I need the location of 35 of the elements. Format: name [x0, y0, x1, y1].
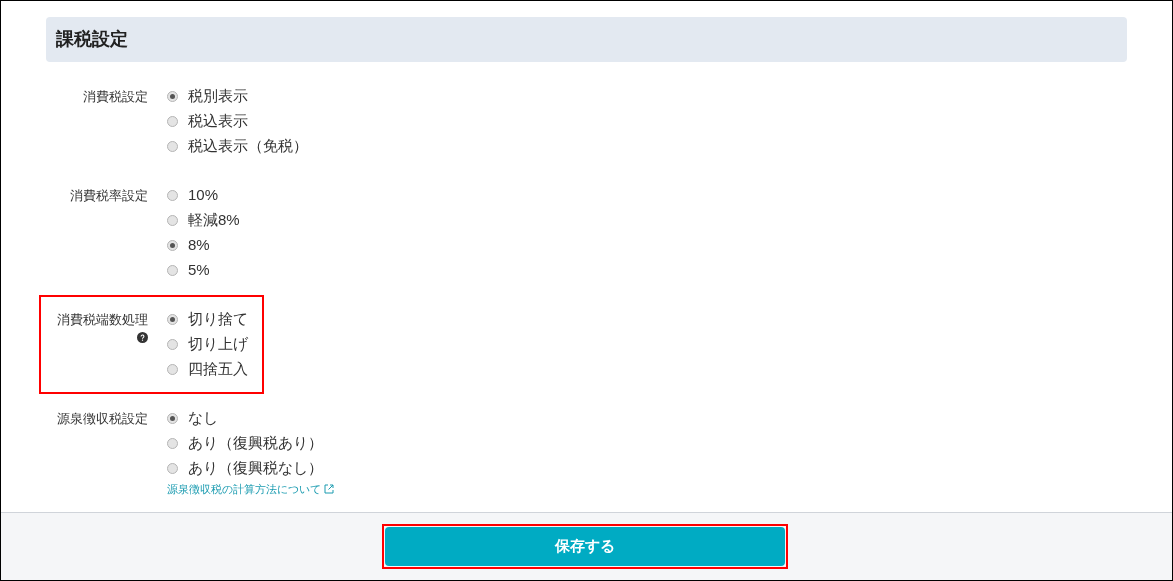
radio-button[interactable]	[167, 265, 178, 276]
option-label: 5%	[188, 260, 210, 281]
option-label: あり（復興税なし）	[188, 458, 323, 479]
section-title: 課税設定	[56, 28, 128, 51]
radio-button[interactable]	[167, 339, 178, 350]
setting-label: 源泉徴収税設定	[57, 411, 148, 427]
setting-label: 消費税端数処理	[57, 312, 148, 328]
help-icon[interactable]	[137, 332, 148, 343]
setting-label: 消費税設定	[83, 89, 148, 105]
radio-button[interactable]	[167, 190, 178, 201]
radio-button[interactable]	[167, 413, 178, 424]
radio-button[interactable]	[167, 364, 178, 375]
option-label: 切り上げ	[188, 334, 248, 355]
option-label: 四捨五入	[188, 359, 248, 380]
external-link-icon	[324, 484, 334, 494]
radio-button[interactable]	[167, 141, 178, 152]
option-label: 8%	[188, 235, 210, 256]
radio-button[interactable]	[167, 240, 178, 251]
option-label: 10%	[188, 185, 219, 206]
help-link[interactable]: 源泉徴収税の計算方法について	[167, 481, 334, 497]
radio-button[interactable]	[167, 438, 178, 449]
option-label: 切り捨て	[188, 309, 248, 330]
option-label: 軽減8%	[188, 210, 240, 231]
save-button[interactable]: 保存する	[385, 527, 785, 566]
option-label: 税別表示	[188, 86, 248, 107]
radio-button[interactable]	[167, 463, 178, 474]
radio-button[interactable]	[167, 116, 178, 127]
radio-button[interactable]	[167, 314, 178, 325]
option-label: 税込表示	[188, 111, 248, 132]
option-label: 税込表示（免税）	[188, 136, 308, 157]
radio-button[interactable]	[167, 215, 178, 226]
option-label: あり（復興税あり）	[188, 433, 323, 454]
radio-button[interactable]	[167, 91, 178, 102]
option-label: なし	[188, 408, 218, 429]
setting-label: 消費税率設定	[70, 188, 148, 204]
